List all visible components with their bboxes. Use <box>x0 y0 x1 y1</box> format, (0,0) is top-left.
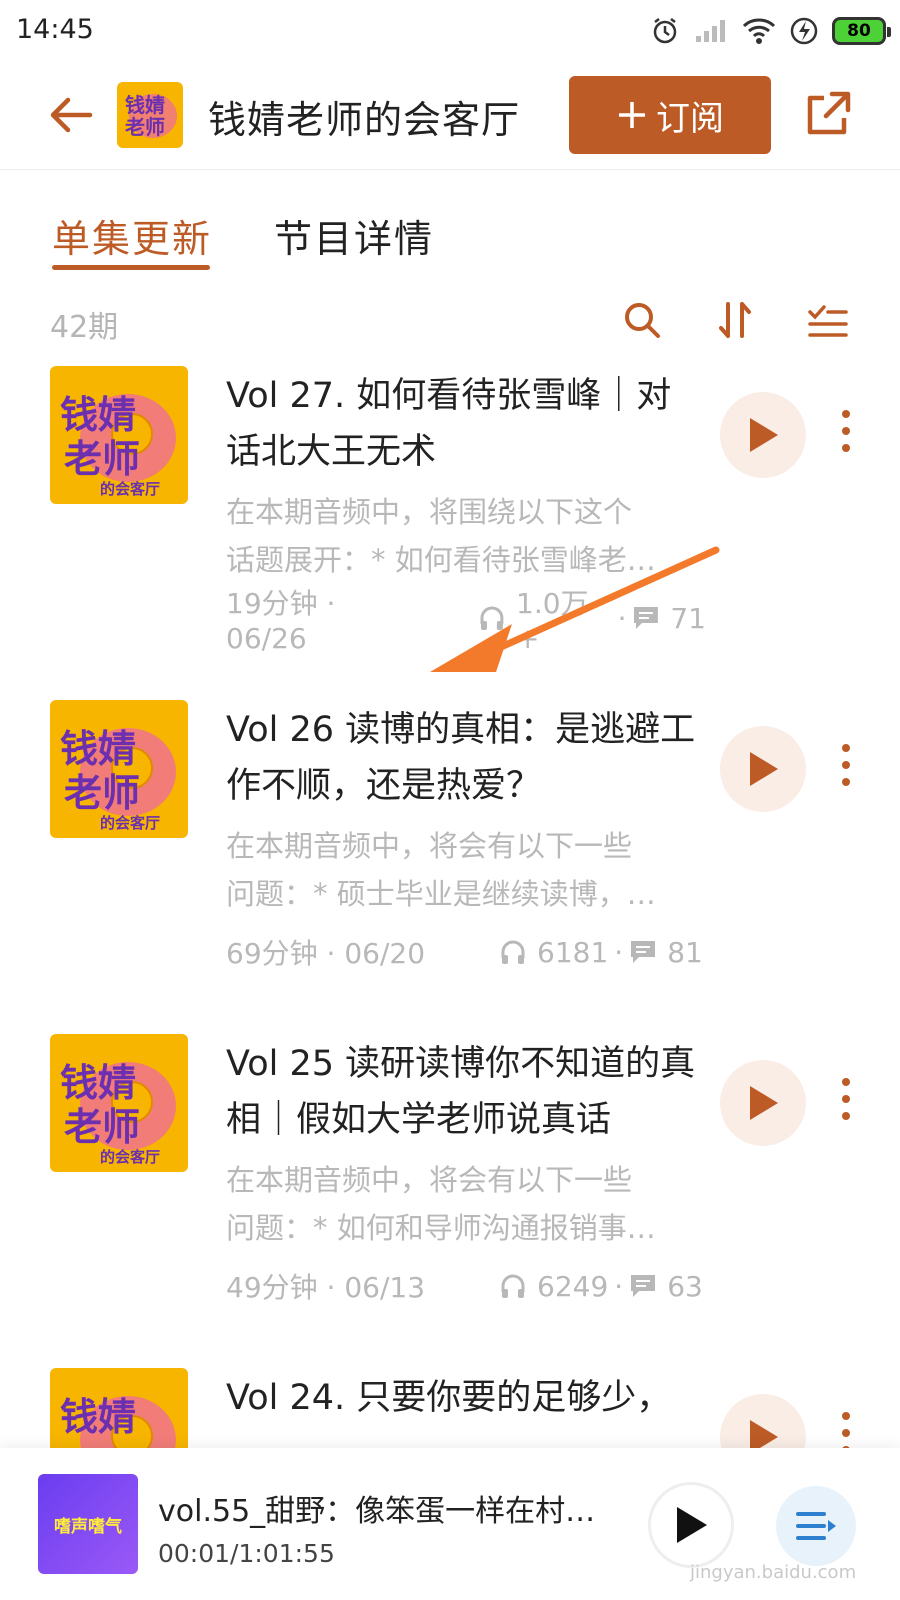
play-count: 6181 <box>537 935 609 969</box>
cover-text-2: 老师 <box>64 437 140 481</box>
play-button[interactable] <box>720 726 806 812</box>
watermark-text: jingyan.baidu.com <box>690 1562 857 1583</box>
playlist-icon <box>796 1512 836 1540</box>
play-icon <box>750 418 778 452</box>
comment-icon <box>634 607 659 629</box>
episode-desc-line: 问题：* 硕士毕业是继续读博，… <box>226 877 656 911</box>
share-icon[interactable] <box>802 88 854 140</box>
svg-text:老师: 老师 <box>125 115 165 139</box>
cover-text-1: 钱婧 <box>60 1061 136 1105</box>
status-icons: 80 <box>650 14 891 48</box>
episode-cover: 钱婧 <box>50 1368 188 1448</box>
tab-bar: 单集更新 节目详情 <box>0 170 900 280</box>
subscribe-label: 订阅 <box>656 98 724 139</box>
episode-duration-date: 69分钟 · 06/20 <box>226 937 426 970</box>
headphones-icon <box>501 940 525 964</box>
headphones-icon <box>480 606 504 630</box>
player-episode-title[interactable]: vol.55_甜野：像笨蛋一样在村… <box>158 1486 598 1530</box>
cover-text-2: 老师 <box>64 1105 140 1149</box>
wifi-icon <box>742 18 776 44</box>
tab-episodes[interactable]: 单集更新 <box>52 208 212 263</box>
cover-text-3: 的会客厅 <box>100 814 160 832</box>
episode-item[interactable]: 钱婧 Vol 24. 只要你要的足够少， <box>0 1368 900 1448</box>
play-count: 1.0万+ <box>516 586 589 655</box>
episode-cover: 钱婧 老师 的会客厅 <box>50 1034 188 1172</box>
episode-item[interactable]: 钱婧 老师 的会客厅 Vol 27. 如何看待张雪峰｜对话北大王无术 在本期音频中，… <box>0 366 900 706</box>
episode-duration-date: 49分钟 · 06/13 <box>226 1271 426 1304</box>
comment-icon <box>631 941 656 963</box>
more-options-button[interactable] <box>836 410 856 460</box>
player-cover: 嗜声嗜气 <box>38 1474 138 1574</box>
more-options-button[interactable] <box>836 1412 856 1448</box>
episode-description: 在本期音频中，将围绕以下这个 话题展开：* 如何看待张雪峰老… <box>226 488 696 584</box>
sort-icon[interactable] <box>714 298 758 342</box>
multi-select-icon[interactable] <box>806 298 850 342</box>
episode-description: 在本期音频中，将会有以下一些 问题：* 如何和导师沟通报销事… <box>226 1156 696 1252</box>
status-bar: 14:45 80 <box>0 0 900 62</box>
play-button[interactable] <box>720 1060 806 1146</box>
comment-count: 63 <box>667 1269 703 1303</box>
play-icon <box>750 752 778 786</box>
episode-meta: 69分钟 · 06/20 6181 · 81 <box>226 932 706 972</box>
episode-title[interactable]: Vol 27. 如何看待张雪峰｜对话北大王无术 <box>226 368 696 480</box>
episode-desc-line: 在本期音频中，将会有以下一些 <box>226 1163 633 1197</box>
alarm-icon <box>653 18 677 44</box>
podcast-cover-thumbnail: 钱婧 老师 <box>117 82 183 148</box>
player-time: 00:01/1:01:55 <box>158 1539 335 1568</box>
comment-count: 81 <box>667 935 703 969</box>
play-icon <box>750 1086 778 1120</box>
cover-text-1: 钱婧 <box>60 727 136 771</box>
app-header: 钱婧 老师 钱婧老师的会客厅 订阅 <box>0 62 900 170</box>
play-icon <box>750 1420 778 1448</box>
episode-duration-date: 19分钟 · 06/26 <box>226 586 336 655</box>
episode-desc-line: 问题：* 如何和导师沟通报销事… <box>226 1211 656 1245</box>
play-count: 6249 <box>537 1269 609 1303</box>
headphones-icon <box>501 1274 525 1298</box>
charging-icon <box>790 17 818 45</box>
episode-cover: 钱婧 老师 的会客厅 <box>50 366 188 504</box>
episode-toolbar: 42期 <box>0 280 900 360</box>
episode-item[interactable]: 钱婧 老师 的会客厅 Vol 25 读研读博你不知道的真相｜假如大学老师说真话 在本… <box>0 1034 900 1374</box>
active-tab-indicator <box>52 265 210 270</box>
cover-text-1: 钱婧 <box>60 393 136 437</box>
back-arrow-icon[interactable] <box>46 90 96 140</box>
comment-icon <box>631 1275 656 1297</box>
playlist-button[interactable] <box>776 1486 856 1566</box>
mini-player[interactable]: 嗜声嗜气 vol.55_甜野：像笨蛋一样在村… 00:01/1:01:55 ji… <box>0 1448 900 1600</box>
episode-meta: 19分钟 · 06/26 1.0万+ · 71 <box>226 587 706 655</box>
more-options-button[interactable] <box>836 744 856 794</box>
cover-text-3: 的会客厅 <box>100 1148 160 1166</box>
episode-desc-line: 在本期音频中，将会有以下一些 <box>226 829 633 863</box>
episode-desc-line: 在本期音频中，将围绕以下这个 <box>226 495 633 529</box>
episode-description: 在本期音频中，将会有以下一些 问题：* 硕士毕业是继续读博，… <box>226 822 696 918</box>
cover-text-3: 的会客厅 <box>100 480 160 498</box>
play-button[interactable] <box>720 1394 806 1448</box>
play-button[interactable] <box>720 392 806 478</box>
episode-desc-line: 话题展开：* 如何看待张雪峰老… <box>226 543 656 577</box>
svg-text:钱婧: 钱婧 <box>125 93 165 117</box>
battery-indicator: 80 <box>832 17 891 45</box>
episode-cover: 钱婧 老师 的会客厅 <box>50 700 188 838</box>
episode-count: 42期 <box>50 310 119 345</box>
search-icon[interactable] <box>620 298 664 342</box>
signal-icon <box>696 20 725 42</box>
player-play-button[interactable] <box>648 1482 734 1568</box>
cover-text-2: 老师 <box>64 771 140 815</box>
episode-title[interactable]: Vol 26 读博的真相：是逃避工作不顺，还是热爱？ <box>226 702 696 814</box>
episode-title[interactable]: Vol 24. 只要你要的足够少， <box>226 1370 696 1426</box>
podcast-title: 钱婧老师的会客厅 <box>208 98 521 142</box>
play-icon <box>677 1507 707 1543</box>
comment-count: 71 <box>670 601 706 635</box>
episode-title[interactable]: Vol 25 读研读博你不知道的真相｜假如大学老师说真话 <box>226 1036 696 1148</box>
episode-meta: 49分钟 · 06/13 6249 · 63 <box>226 1266 706 1306</box>
episode-item[interactable]: 钱婧 老师 的会客厅 Vol 26 读博的真相：是逃避工作不顺，还是热爱？ 在本期音… <box>0 700 900 1040</box>
tab-details[interactable]: 节目详情 <box>274 208 434 263</box>
cover-text-1: 钱婧 <box>60 1395 136 1439</box>
status-time: 14:45 <box>16 14 94 45</box>
more-options-button[interactable] <box>836 1078 856 1128</box>
plus-icon <box>619 102 645 128</box>
subscribe-button[interactable]: 订阅 <box>569 76 771 154</box>
